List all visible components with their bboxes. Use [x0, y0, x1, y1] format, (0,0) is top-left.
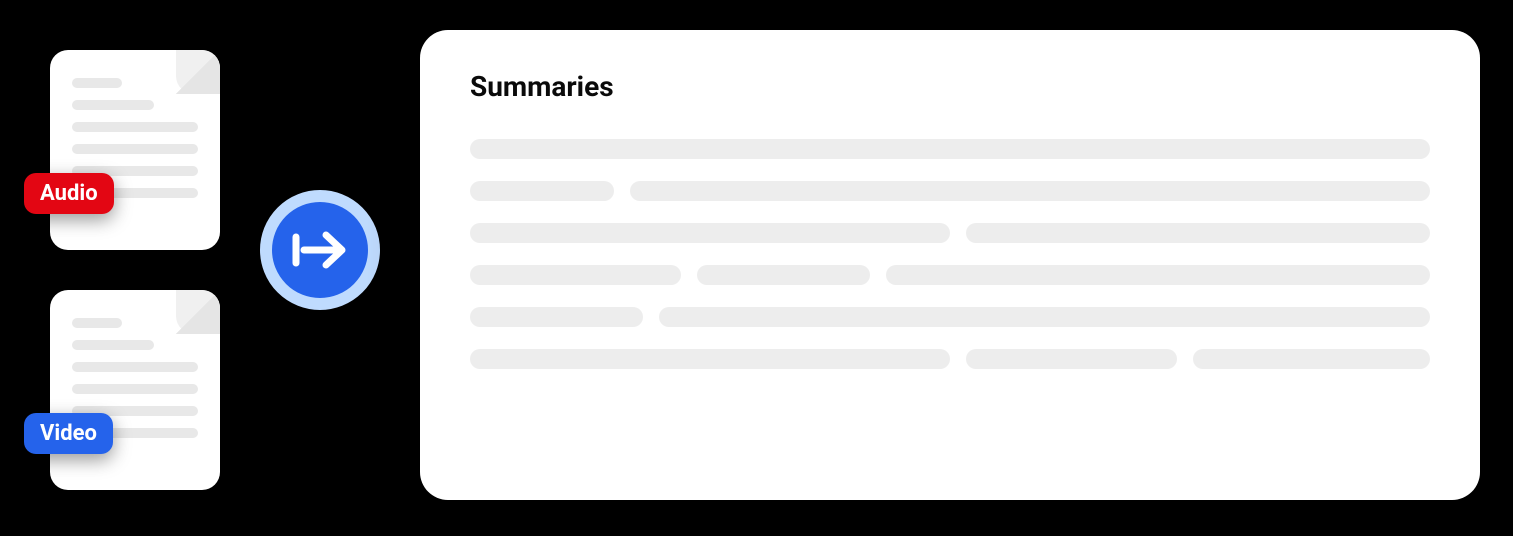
audio-document: Audio	[50, 50, 220, 250]
summary-placeholder-rows	[470, 139, 1430, 369]
page-fold-icon	[176, 290, 220, 334]
panel-title: Summaries	[470, 70, 1430, 103]
audio-badge: Audio	[24, 173, 114, 214]
arrow-right-from-line-icon	[290, 225, 350, 275]
video-document: Video	[50, 290, 220, 490]
page-fold-icon	[176, 50, 220, 94]
transform-arrow-icon	[260, 190, 380, 310]
summaries-panel: Summaries	[420, 30, 1480, 500]
video-badge: Video	[24, 413, 113, 454]
